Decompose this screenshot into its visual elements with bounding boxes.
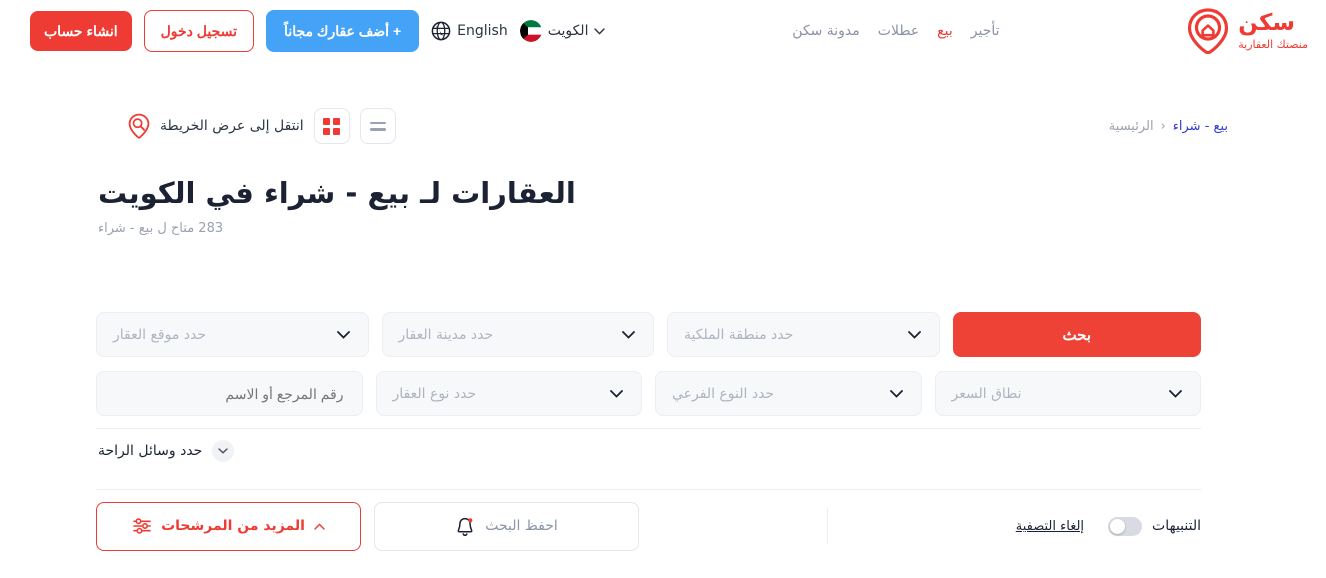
nav-item-holidays[interactable]: عطلات <box>878 23 919 39</box>
bell-icon <box>457 517 473 536</box>
nav-item-rent[interactable]: تأجير <box>971 23 1000 39</box>
login-button[interactable]: تسجيل دخول <box>143 10 255 52</box>
bottom-divider <box>96 489 1201 490</box>
language-selector[interactable]: English <box>431 21 508 41</box>
chevron-down-icon <box>336 330 350 339</box>
chevron-down-icon <box>889 389 903 398</box>
property-area-placeholder: حدد منطقة الملكية <box>684 326 794 343</box>
map-view-label: انتقل إلى عرض الخريطة <box>160 118 304 134</box>
filters-row-2: نطاق السعر حدد النوع الفرعي حدد نوع العق… <box>96 371 1201 416</box>
grid-view-button[interactable] <box>313 108 350 144</box>
property-area-select[interactable]: حدد منطقة الملكية <box>667 312 940 357</box>
filters-row-1: بحث حدد منطقة الملكية حدد مدينة العقار ح… <box>96 312 1201 357</box>
chevron-down-icon <box>622 330 635 339</box>
header-actions: الكويت English + أضف عقارك مجاناً تسجيل … <box>30 10 606 52</box>
country-selector[interactable]: الكويت <box>519 20 606 42</box>
alerts-toggle[interactable] <box>1108 516 1143 536</box>
chevron-up-icon <box>314 522 325 530</box>
search-button[interactable]: بحث <box>952 312 1201 357</box>
chevron-down-icon <box>1169 389 1182 398</box>
list-view-icon <box>369 121 386 131</box>
site-header: سكن منصتك العقارية تأجير بيع عطلات مدونة… <box>0 0 1326 62</box>
bottom-left-group: احفظ البحث المزيد من المرشحات <box>96 501 639 551</box>
save-search-button[interactable]: احفظ البحث <box>374 501 639 551</box>
clear-filters-link[interactable]: إلغاء التصفية <box>1016 519 1084 534</box>
brand-name: سكن <box>1238 10 1295 36</box>
kuwait-flag-icon <box>519 20 542 42</box>
chevron-down-icon <box>218 448 229 454</box>
price-range-placeholder: نطاق السعر <box>951 385 1022 402</box>
toolbar: بيع - شراء ‹ الرئيسية انتقل إلى عرض الخر… <box>0 104 1326 148</box>
list-view-button[interactable] <box>359 108 396 144</box>
alerts-toggle-group[interactable]: التنبيهات <box>1108 516 1201 536</box>
amenities-label: حدد وسائل الراحة <box>98 443 203 459</box>
map-view-link[interactable]: انتقل إلى عرض الخريطة <box>126 113 304 139</box>
property-city-select[interactable]: حدد مدينة العقار <box>381 312 654 357</box>
language-label: English <box>457 23 508 39</box>
grid-view-icon <box>323 117 341 135</box>
property-type-placeholder: حدد نوع العقار <box>392 385 477 402</box>
breadcrumb-current[interactable]: بيع - شراء <box>1173 119 1228 134</box>
bottom-right-group: التنبيهات إلغاء التصفية <box>1016 516 1201 536</box>
chevron-down-icon <box>594 27 606 35</box>
breadcrumb-home[interactable]: الرئيسية <box>1109 119 1154 134</box>
alerts-label: التنبيهات <box>1152 518 1201 534</box>
amenities-row[interactable]: حدد وسائل الراحة <box>0 440 1326 462</box>
breadcrumb: بيع - شراء ‹ الرئيسية <box>1109 119 1228 134</box>
map-search-pin-icon <box>128 113 150 139</box>
property-city-placeholder: حدد مدينة العقار <box>398 326 494 343</box>
brand-text: سكن منصتك العقارية <box>1238 10 1308 51</box>
amenities-toggle-button[interactable] <box>212 440 235 462</box>
property-location-placeholder: حدد موقع العقار <box>113 326 207 343</box>
more-filters-label: المزيد من المرشحات <box>161 518 305 534</box>
register-button[interactable]: انشاء حساب <box>30 11 132 51</box>
save-search-label: احفظ البحث <box>485 518 558 534</box>
add-property-button[interactable]: + أضف عقارك مجاناً <box>266 10 420 52</box>
map-pin-house-icon <box>1188 8 1229 54</box>
more-filters-button[interactable]: المزيد من المرشحات <box>96 501 361 551</box>
property-location-select[interactable]: حدد موقع العقار <box>96 312 369 357</box>
main-nav: تأجير بيع عطلات مدونة سكن <box>792 23 999 39</box>
toolbar-view-controls: انتقل إلى عرض الخريطة <box>126 108 396 144</box>
chevron-down-icon <box>610 389 623 398</box>
page-root: سكن منصتك العقارية تأجير بيع عطلات مدونة… <box>0 0 1326 578</box>
property-subtype-select[interactable]: حدد النوع الفرعي <box>655 371 922 416</box>
globe-icon <box>431 21 451 41</box>
breadcrumb-separator: ‹ <box>1160 118 1166 134</box>
page-subtitle: 283 متاح ل بيع - شراء <box>98 220 224 236</box>
brand-logo[interactable]: سكن منصتك العقارية <box>1186 8 1308 54</box>
bottom-separator <box>826 508 828 544</box>
nav-item-blog[interactable]: مدونة سكن <box>792 23 860 39</box>
filter-sliders-icon <box>133 518 151 534</box>
property-type-select[interactable]: حدد نوع العقار <box>375 371 642 416</box>
toggle-knob <box>1110 518 1126 534</box>
page-title: العقارات لـ بيع - شراء في الكويت <box>98 176 576 210</box>
page-heading: العقارات لـ بيع - شراء في الكويت 283 متا… <box>0 176 1326 236</box>
bottom-bar: التنبيهات إلغاء التصفية احفظ البحث المزي… <box>96 500 1201 552</box>
country-label: الكويت <box>547 23 589 39</box>
brand-tagline: منصتك العقارية <box>1238 38 1308 51</box>
property-subtype-placeholder: حدد النوع الفرعي <box>672 385 775 402</box>
price-range-select[interactable]: نطاق السعر <box>934 371 1201 416</box>
chevron-down-icon <box>907 330 921 339</box>
reference-or-name-input[interactable] <box>96 371 363 416</box>
filters-divider <box>96 428 1201 429</box>
nav-item-sale[interactable]: بيع <box>937 23 953 39</box>
filters-panel: بحث حدد منطقة الملكية حدد مدينة العقار ح… <box>96 312 1201 416</box>
